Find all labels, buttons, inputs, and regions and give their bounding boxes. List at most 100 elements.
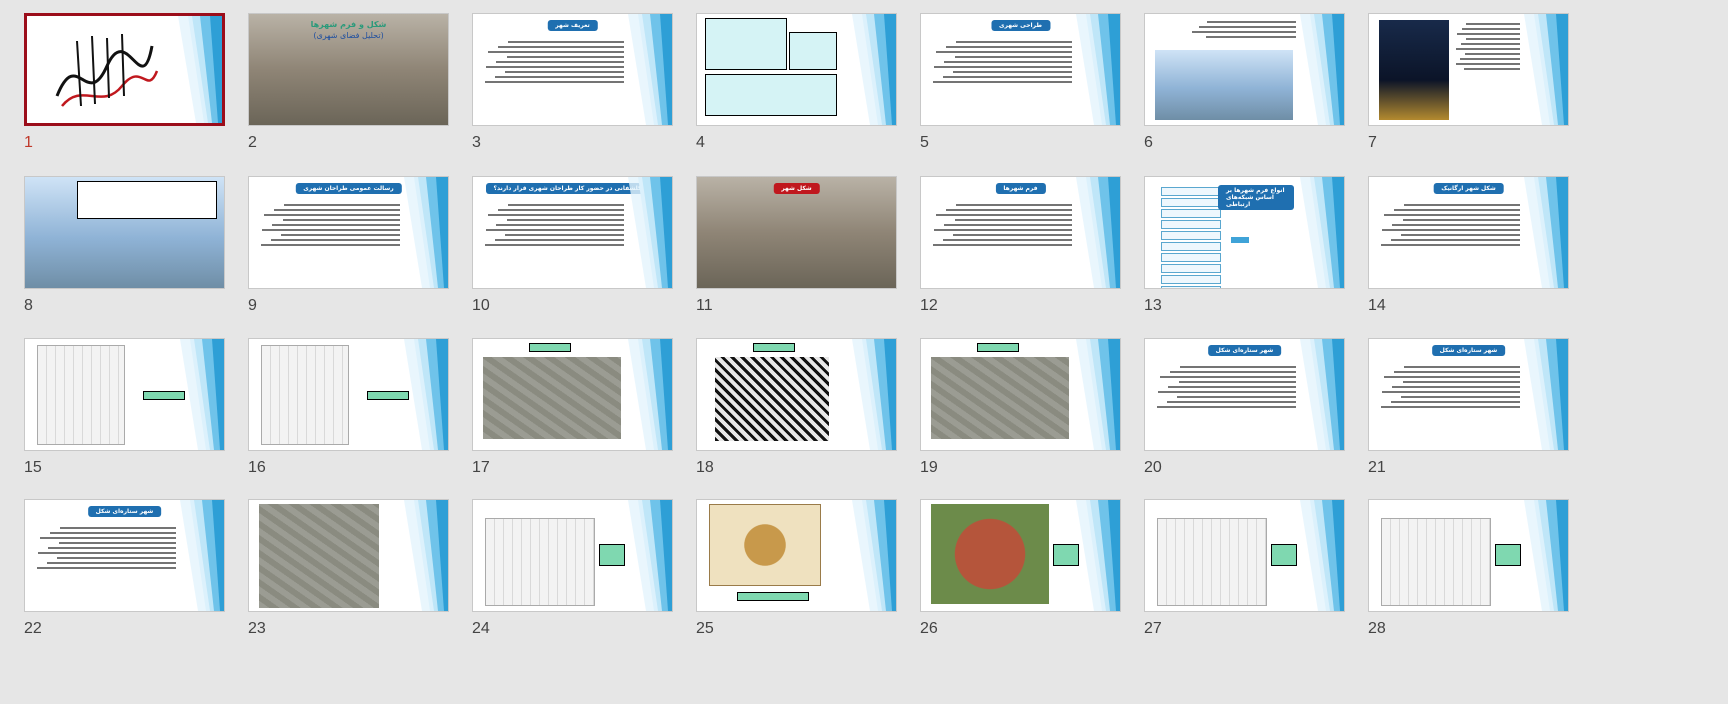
slide-number: 24 — [472, 620, 490, 637]
slide-title-badge: شهر ستاره‌ای شکل — [1431, 345, 1506, 356]
slide-preview[interactable] — [248, 499, 449, 612]
slide-preview[interactable] — [24, 176, 225, 289]
slide-thumbnail-27[interactable]: 27 — [1144, 499, 1345, 649]
slide-title-badge: شهر ستاره‌ای شکل — [87, 506, 162, 517]
map-image — [261, 345, 349, 445]
slide-preview[interactable]: شهر ستاره‌ای شکل — [24, 499, 225, 612]
slide-preview[interactable]: تعریف شهر — [472, 13, 673, 126]
slide-preview[interactable]: انواع فرم شهرها بر اساس شبکه‌های ارتباطی — [1144, 176, 1345, 289]
caption-box — [753, 343, 795, 352]
slide-preview[interactable]: رسالت عمومی طراحان شهری — [248, 176, 449, 289]
slide-preview[interactable]: چه کلشفانی در حضور کار طراحان شهری قرار … — [472, 176, 673, 289]
slide-thumbnail-16[interactable]: 16 — [248, 338, 449, 488]
slide-number: 20 — [1144, 459, 1162, 476]
slide-preview[interactable] — [248, 338, 449, 451]
slide-preview[interactable] — [472, 338, 673, 451]
slide-thumbnail-4[interactable]: 4 — [696, 13, 897, 163]
slide-preview[interactable] — [24, 13, 225, 126]
blue-wave-decoration — [1300, 177, 1344, 288]
slide-title-badge: انواع فرم شهرها بر اساس شبکه‌های ارتباطی — [1218, 185, 1294, 210]
map-image — [485, 518, 595, 606]
slide-thumbnail-25[interactable]: 25 — [696, 499, 897, 649]
slide-thumbnail-22[interactable]: شهر ستاره‌ای شکل 22 — [24, 499, 225, 649]
slide-subtitle: (تحلیل فضای شهری) — [313, 31, 384, 40]
slide-preview[interactable] — [1368, 499, 1569, 612]
slide-thumbnail-12[interactable]: فرم شهرها 12 — [920, 176, 1121, 326]
slide-number: 28 — [1368, 620, 1386, 637]
slide-thumbnail-21[interactable]: شهر ستاره‌ای شکل 21 — [1368, 338, 1569, 488]
slide-thumbnail-9[interactable]: رسالت عمومی طراحان شهری 9 — [248, 176, 449, 326]
slide-thumbnail-24[interactable]: 24 — [472, 499, 673, 649]
slide-thumbnail-6[interactable]: 6 — [1144, 13, 1345, 163]
slide-sorter-grid: 1 شکل و فرم شهرها (تحلیل فضای شهری) 2 تعریف … — [0, 0, 1728, 704]
blue-wave-decoration — [404, 500, 448, 611]
slide-thumbnail-7[interactable]: 7 — [1368, 13, 1569, 163]
slide-number: 14 — [1368, 297, 1386, 314]
slide-preview[interactable]: شکل و فرم شهرها (تحلیل فضای شهری) — [248, 13, 449, 126]
calligraphy-image — [55, 33, 159, 107]
slide-preview[interactable] — [24, 338, 225, 451]
slide-number: 10 — [472, 297, 490, 314]
content-box — [705, 74, 837, 116]
blue-wave-decoration — [852, 14, 896, 125]
slide-thumbnail-10[interactable]: چه کلشفانی در حضور کار طراحان شهری قرار … — [472, 176, 673, 326]
slide-thumbnail-13[interactable]: انواع فرم شهرها بر اساس شبکه‌های ارتباطی… — [1144, 176, 1345, 326]
blue-wave-decoration — [628, 14, 672, 125]
blue-wave-decoration — [628, 500, 672, 611]
slide-thumbnail-15[interactable]: 15 — [24, 338, 225, 488]
slide-body-text — [479, 201, 624, 249]
slide-number: 25 — [696, 620, 714, 637]
slide-thumbnail-19[interactable]: 19 — [920, 338, 1121, 488]
slide-preview[interactable]: شکل شهر ارگانیک — [1368, 176, 1569, 289]
slide-number: 15 — [24, 459, 42, 476]
blue-wave-decoration — [180, 339, 224, 450]
caption-box — [1495, 544, 1521, 566]
slide-thumbnail-3[interactable]: تعریف شهر 3 — [472, 13, 673, 163]
slide-body-text — [1375, 363, 1520, 411]
slide-preview[interactable] — [1368, 13, 1569, 126]
slide-preview[interactable] — [696, 499, 897, 612]
slide-thumbnail-28[interactable]: 28 — [1368, 499, 1569, 649]
slide-thumbnail-14[interactable]: شکل شهر ارگانیک 14 — [1368, 176, 1569, 326]
slide-preview[interactable] — [696, 13, 897, 126]
slide-number: 21 — [1368, 459, 1386, 476]
slide-preview[interactable]: فرم شهرها — [920, 176, 1121, 289]
slide-preview[interactable] — [920, 338, 1121, 451]
slide-body-text — [479, 38, 624, 86]
content-box — [77, 181, 217, 219]
slide-preview[interactable]: طراحی شهری — [920, 13, 1121, 126]
slide-preview[interactable]: شکل شهر — [696, 176, 897, 289]
slide-number: 13 — [1144, 297, 1162, 314]
slide-title: شکل و فرم شهرها — [310, 20, 387, 29]
slide-title-badge: شهر ستاره‌ای شکل — [1207, 345, 1282, 356]
slide-thumbnail-1[interactable]: 1 — [24, 13, 225, 163]
slide-preview[interactable] — [920, 499, 1121, 612]
aerial-photo — [931, 357, 1069, 439]
slide-preview[interactable] — [1144, 13, 1345, 126]
slide-thumbnail-11[interactable]: شکل شهر 11 — [696, 176, 897, 326]
slide-preview[interactable] — [696, 338, 897, 451]
blue-wave-decoration — [852, 339, 896, 450]
aerial-photo — [259, 504, 379, 608]
slide-thumbnail-5[interactable]: طراحی شهری 5 — [920, 13, 1121, 163]
slide-preview[interactable] — [1144, 499, 1345, 612]
slide-number: 6 — [1144, 134, 1153, 151]
slide-number: 23 — [248, 620, 266, 637]
slide-thumbnail-20[interactable]: شهر ستاره‌ای شکل 20 — [1144, 338, 1345, 488]
slide-thumbnail-23[interactable]: 23 — [248, 499, 449, 649]
slide-title-badge: رسالت عمومی طراحان شهری — [295, 183, 402, 194]
blue-wave-decoration — [178, 16, 222, 123]
slide-preview[interactable] — [472, 499, 673, 612]
slide-body-text — [1375, 201, 1520, 249]
slide-preview[interactable]: شهر ستاره‌ای شکل — [1368, 338, 1569, 451]
slide-title-badge: تعریف شهر — [547, 20, 598, 31]
slide-thumbnail-17[interactable]: 17 — [472, 338, 673, 488]
slide-thumbnail-2[interactable]: شکل و فرم شهرها (تحلیل فضای شهری) 2 — [248, 13, 449, 163]
slide-preview[interactable]: شهر ستاره‌ای شکل — [1144, 338, 1345, 451]
map-image — [1381, 518, 1491, 606]
blue-wave-decoration — [1076, 177, 1120, 288]
slide-thumbnail-8[interactable]: 8 — [24, 176, 225, 326]
slide-number: 27 — [1144, 620, 1162, 637]
slide-thumbnail-18[interactable]: 18 — [696, 338, 897, 488]
slide-thumbnail-26[interactable]: 26 — [920, 499, 1121, 649]
